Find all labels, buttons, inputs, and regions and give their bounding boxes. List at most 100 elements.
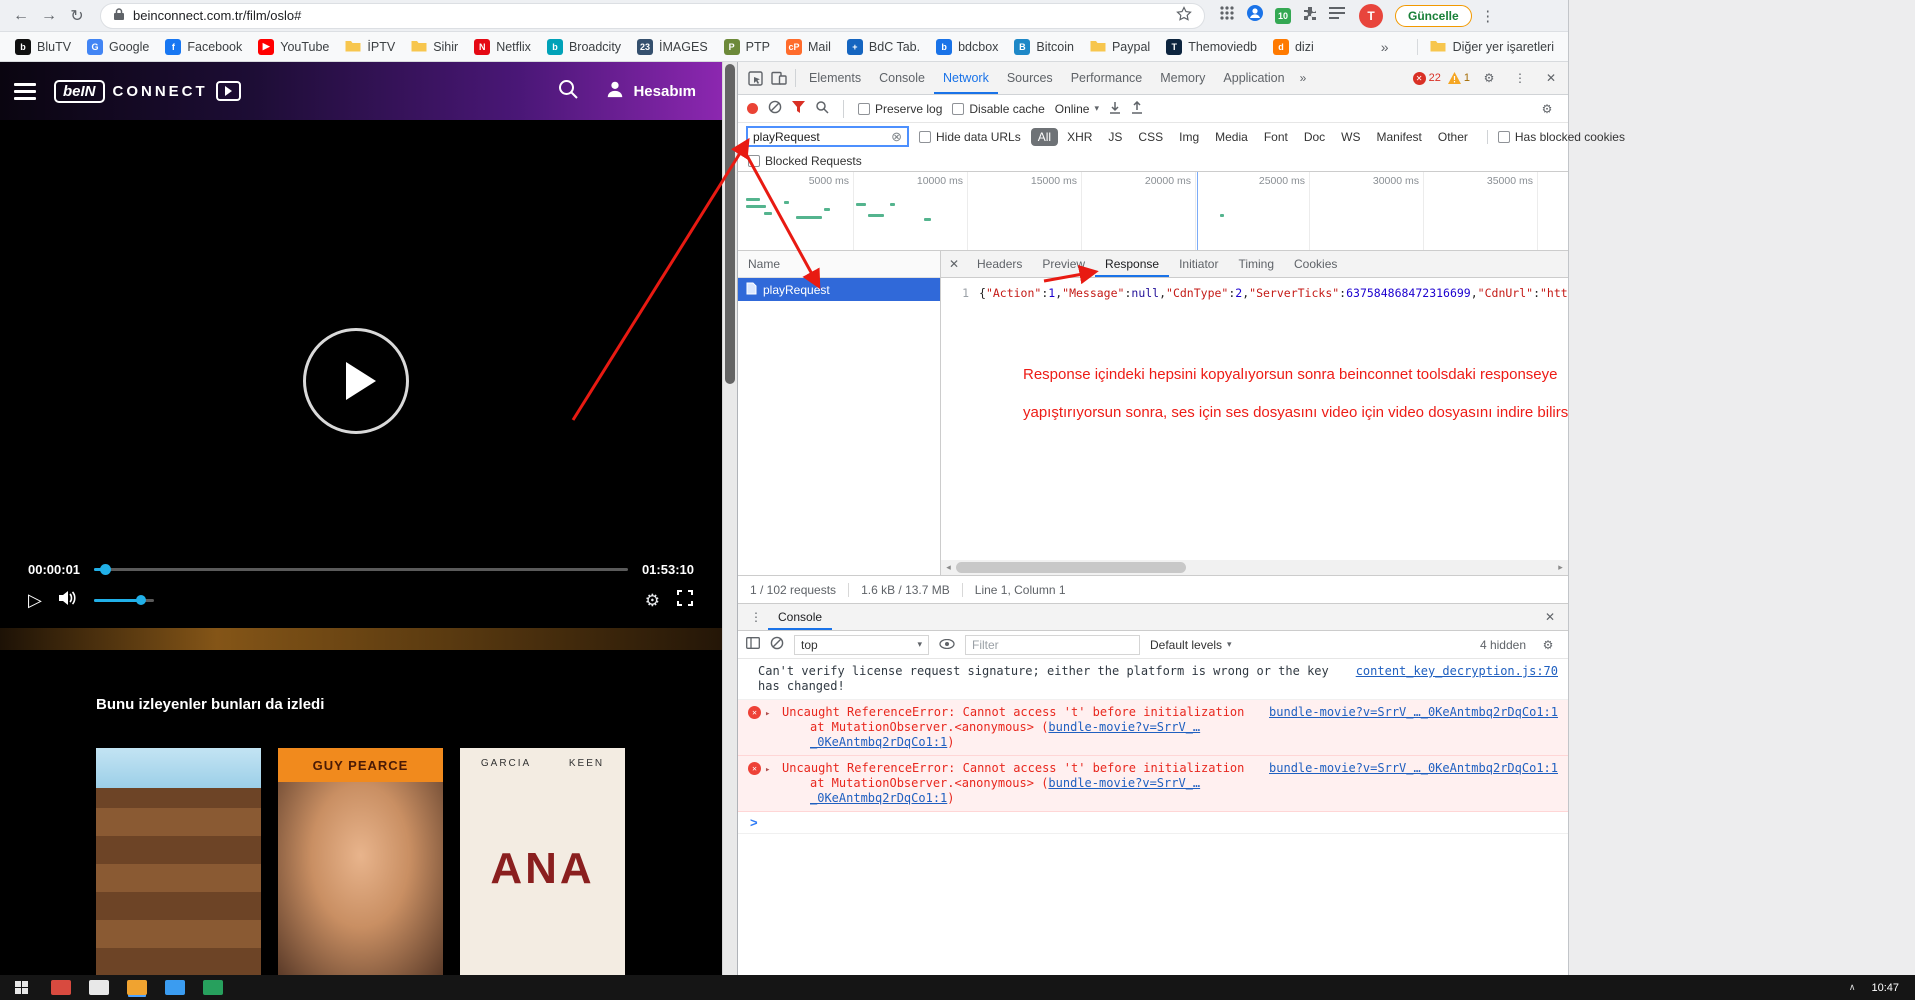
play-button[interactable] xyxy=(303,328,409,434)
detail-tab-response[interactable]: Response xyxy=(1095,251,1169,277)
filter-chip-media[interactable]: Media xyxy=(1208,128,1255,146)
menu-icon[interactable] xyxy=(14,79,36,104)
filter-chip-css[interactable]: CSS xyxy=(1131,128,1170,146)
close-detail-icon[interactable]: ✕ xyxy=(941,257,967,271)
message-source-link[interactable]: content_key_decryption.js:70 xyxy=(1340,664,1558,679)
bookmarks-overflow-chevron[interactable]: » xyxy=(1381,39,1389,55)
taskbar-app-icon[interactable] xyxy=(127,980,147,995)
taskbar-app-icon[interactable] xyxy=(203,980,223,995)
bookmark-item[interactable]: bBroadcity xyxy=(540,36,628,58)
taskbar-app-icon[interactable] xyxy=(165,980,185,995)
devtools-kebab-icon[interactable]: ⋮ xyxy=(1508,66,1532,90)
clear-icon[interactable] xyxy=(768,100,782,117)
bookmark-item[interactable]: BBitcoin xyxy=(1007,36,1081,58)
volume-knob[interactable] xyxy=(136,595,146,605)
start-button[interactable] xyxy=(0,975,42,1000)
back-button[interactable]: ← xyxy=(8,3,34,29)
bookmark-item[interactable]: GGoogle xyxy=(80,36,156,58)
clear-filter-icon[interactable]: ⊗ xyxy=(891,130,902,143)
expand-caret-icon[interactable]: ▸ xyxy=(765,707,770,722)
forward-button[interactable]: → xyxy=(36,3,62,29)
other-bookmarks-button[interactable]: Diğer yer işaretleri xyxy=(1417,39,1560,55)
bookmark-item[interactable]: +BdC Tab. xyxy=(840,36,927,58)
volume-icon[interactable] xyxy=(58,590,78,611)
console-clear-icon[interactable] xyxy=(770,636,784,653)
scrollbar-thumb[interactable] xyxy=(725,64,735,384)
devtools-tab-network[interactable]: Network xyxy=(934,63,998,94)
bookmark-item[interactable]: TThemoviedb xyxy=(1159,36,1264,58)
volume-slider[interactable] xyxy=(94,599,154,602)
console-context-dropdown[interactable]: top▾ xyxy=(794,635,929,655)
bookmark-item[interactable]: fFacebook xyxy=(158,36,249,58)
device-toolbar-icon[interactable] xyxy=(767,66,791,90)
throttling-dropdown[interactable]: Online▾ xyxy=(1055,102,1099,116)
account-button[interactable]: Hesabım xyxy=(605,79,696,103)
scrollbar-thumb[interactable] xyxy=(956,562,1186,573)
bookmark-item[interactable]: bBluTV xyxy=(8,36,78,58)
filter-chip-doc[interactable]: Doc xyxy=(1297,128,1332,146)
log-levels-dropdown[interactable]: Default levels▾ xyxy=(1150,638,1232,652)
more-tabs-chevron[interactable]: » xyxy=(1294,71,1313,85)
tray-chevron-icon[interactable]: ∧ xyxy=(1849,982,1856,993)
bookmark-item[interactable]: Sihir xyxy=(404,36,465,58)
reload-button[interactable]: ↻ xyxy=(64,3,90,29)
filter-chip-ws[interactable]: WS xyxy=(1334,128,1367,146)
bookmark-item[interactable]: PPTP xyxy=(717,36,777,58)
bookmark-item[interactable]: 23İMAGES xyxy=(630,36,715,58)
message-source-link[interactable]: bundle-movie?v=SrrV_…_0KeAntmbq2rDqCo1:1 xyxy=(1253,705,1558,720)
import-har-icon[interactable] xyxy=(1109,101,1121,117)
apps-grid-icon[interactable] xyxy=(1219,5,1235,26)
detail-tab-initiator[interactable]: Initiator xyxy=(1169,251,1228,277)
console-sidebar-icon[interactable] xyxy=(746,637,760,652)
reading-list-icon[interactable] xyxy=(1329,6,1345,25)
name-column-header[interactable]: Name xyxy=(738,251,940,278)
seek-knob[interactable] xyxy=(100,564,111,575)
devtools-tab-application[interactable]: Application xyxy=(1214,63,1293,94)
filter-funnel-icon[interactable] xyxy=(792,101,805,116)
devtools-settings-icon[interactable]: ⚙ xyxy=(1477,66,1501,90)
seek-bar[interactable] xyxy=(94,568,628,571)
bookmark-item[interactable]: Paypal xyxy=(1083,36,1157,58)
filter-chip-xhr[interactable]: XHR xyxy=(1060,128,1099,146)
filter-chip-js[interactable]: JS xyxy=(1101,128,1129,146)
filter-chip-other[interactable]: Other xyxy=(1431,128,1475,146)
detail-tab-headers[interactable]: Headers xyxy=(967,251,1032,277)
filter-chip-img[interactable]: Img xyxy=(1172,128,1206,146)
filter-chip-all[interactable]: All xyxy=(1031,128,1058,146)
browser-menu-icon[interactable]: ⋮ xyxy=(1480,7,1496,25)
disable-cache-checkbox[interactable]: Disable cache xyxy=(952,102,1044,116)
blocked-requests-checkbox[interactable]: Blocked Requests xyxy=(748,154,862,168)
filter-chip-manifest[interactable]: Manifest xyxy=(1370,128,1429,146)
network-filter-field[interactable] xyxy=(753,130,891,144)
search-network-icon[interactable] xyxy=(815,100,829,117)
scroll-right-icon[interactable]: ▸ xyxy=(1553,562,1568,573)
inspect-element-icon[interactable] xyxy=(743,66,767,90)
network-overview-timeline[interactable]: 5000 ms10000 ms15000 ms20000 ms25000 ms3… xyxy=(738,172,1568,251)
bookmark-item[interactable]: bbdcbox xyxy=(929,36,1005,58)
account-extension-icon[interactable] xyxy=(1246,4,1264,27)
update-button[interactable]: Güncelle xyxy=(1395,5,1472,27)
taskbar-app-icon[interactable] xyxy=(89,980,109,995)
settings-gear-icon[interactable]: ⚙ xyxy=(645,592,660,609)
detail-tab-preview[interactable]: Preview xyxy=(1032,251,1095,277)
horizontal-scrollbar[interactable]: ◂ ▸ xyxy=(941,560,1568,575)
console-settings-icon[interactable]: ⚙ xyxy=(1536,633,1560,657)
scroll-left-icon[interactable]: ◂ xyxy=(941,562,956,573)
network-settings-icon[interactable]: ⚙ xyxy=(1535,97,1559,121)
request-row-playrequest[interactable]: playRequest xyxy=(738,278,940,301)
stack-frame-link[interactable]: bundle-movie?v=SrrV_…_0KeAntmbq2rDqCo1:1 xyxy=(810,776,1200,805)
warning-count-badge[interactable]: 1 xyxy=(1448,72,1470,84)
movie-poster[interactable]: GARCIA KEENANA xyxy=(460,748,625,975)
fullscreen-icon[interactable] xyxy=(676,589,694,612)
devtools-tab-sources[interactable]: Sources xyxy=(998,63,1062,94)
bookmark-item[interactable]: İPTV xyxy=(338,36,402,58)
search-icon[interactable] xyxy=(557,78,579,105)
puzzle-extensions-icon[interactable] xyxy=(1302,5,1318,26)
error-count-badge[interactable]: ✕22 xyxy=(1413,72,1441,85)
console-kebab-icon[interactable]: ⋮ xyxy=(744,605,768,629)
preserve-log-checkbox[interactable]: Preserve log xyxy=(858,102,942,116)
stack-frame-link[interactable]: bundle-movie?v=SrrV_…_0KeAntmbq2rDqCo1:1 xyxy=(810,720,1200,749)
devtools-tab-console[interactable]: Console xyxy=(870,63,934,94)
message-source-link[interactable]: bundle-movie?v=SrrV_…_0KeAntmbq2rDqCo1:1 xyxy=(1253,761,1558,776)
expand-caret-icon[interactable]: ▸ xyxy=(765,763,770,778)
